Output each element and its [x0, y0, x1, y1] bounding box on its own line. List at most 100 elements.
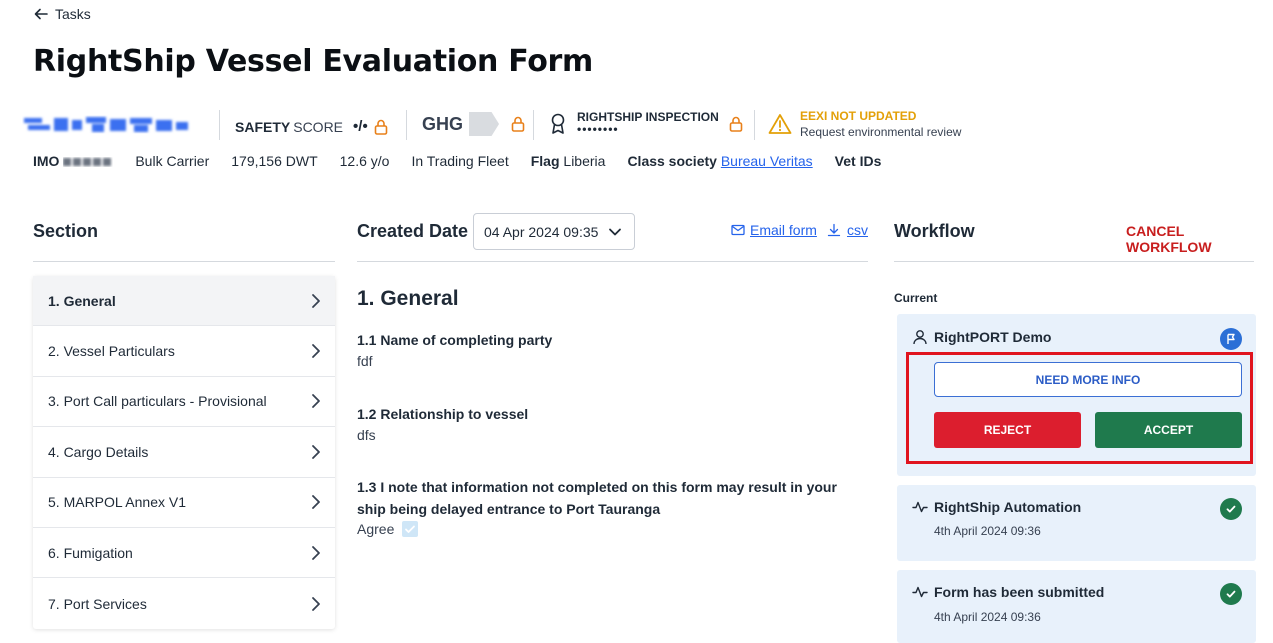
flag-value: Liberia — [563, 153, 606, 169]
section-item-port-call-particulars[interactable]: 3. Port Call particulars - Provisional — [33, 377, 335, 428]
flag-icon — [1227, 333, 1235, 344]
question-2: 1.2 Relationship to vessel — [357, 406, 529, 422]
eexi-warning[interactable]: EEXI NOT UPDATED Request environmental r… — [768, 109, 961, 139]
imo-number-redacted — [63, 158, 112, 167]
envelope-icon — [731, 224, 745, 236]
rightship-inspection: RIGHTSHIP INSPECTION •••••••• — [549, 109, 743, 135]
lock-icon — [374, 119, 388, 135]
history-step-title: RightShip Automation — [934, 499, 1082, 515]
section-item-label: 2. Vessel Particulars — [48, 343, 175, 360]
completed-check-icon — [1220, 583, 1242, 605]
vet-ids-label: Vet IDs — [834, 153, 882, 169]
header-divider — [406, 110, 407, 140]
answer-2: dfs — [357, 427, 376, 443]
back-to-tasks-link[interactable]: Tasks — [33, 6, 91, 22]
form-section-title: 1. General — [357, 287, 459, 310]
csv-label: csv — [847, 222, 868, 238]
flag-label: Flag — [530, 153, 560, 169]
created-date-value: 04 Apr 2024 09:35 — [484, 223, 599, 240]
current-label: Current — [894, 291, 938, 305]
chevron-right-icon — [312, 495, 320, 510]
chevron-right-icon — [312, 344, 320, 358]
history-step-time: 4th April 2024 09:36 — [934, 524, 1041, 538]
flag-badge — [1220, 328, 1242, 350]
history-step-card — [897, 570, 1256, 643]
ghg-rating: GHG — [422, 112, 525, 136]
imo-label: IMO — [33, 153, 60, 169]
agree-checkbox[interactable] — [402, 521, 419, 537]
vessel-type: Bulk Carrier — [135, 153, 210, 169]
section-divider — [33, 261, 335, 262]
vessel-meta-row: IMO Bulk Carrier 179,156 DWT 12.6 y/o In… — [33, 153, 903, 169]
section-item-port-services[interactable]: 7. Port Services — [33, 578, 335, 628]
section-item-label: 4. Cargo Details — [48, 443, 149, 460]
class-society-label: Class society — [627, 153, 717, 169]
created-date-select[interactable]: 04 Apr 2024 09:35 — [473, 213, 635, 250]
section-item-fumigation[interactable]: 6. Fumigation — [33, 528, 335, 579]
chevron-right-icon — [312, 394, 320, 409]
question-3: 1.3 I note that information not complete… — [357, 479, 837, 517]
user-icon — [913, 330, 927, 345]
vessel-name-redacted — [24, 117, 188, 132]
class-society-field: Class society Bureau Veritas — [627, 153, 812, 169]
chevron-right-icon — [312, 596, 320, 611]
section-item-marpol-annex[interactable]: 5. MARPOL Annex V1 — [33, 478, 335, 528]
safety-label-bold: SAFETY — [235, 118, 291, 135]
chevron-right-icon — [312, 444, 320, 459]
email-form-label: Email form — [750, 222, 817, 238]
section-item-label: 5. MARPOL Annex V1 — [48, 494, 186, 511]
form-divider — [357, 261, 868, 262]
answer-1: fdf — [357, 353, 373, 369]
class-society-link[interactable]: Bureau Veritas — [721, 153, 813, 169]
created-date-label: Created Date — [357, 221, 469, 241]
email-form-link[interactable]: Email form — [731, 222, 817, 238]
section-item-label: 3. Port Call particulars - Provisional — [48, 393, 267, 410]
section-nav: 1. General 2. Vessel Particulars 3. Port… — [33, 276, 335, 629]
section-item-general[interactable]: 1. General — [33, 276, 335, 327]
eexi-title: EEXI NOT UPDATED — [800, 109, 917, 123]
section-item-cargo-details[interactable]: 4. Cargo Details — [33, 427, 335, 478]
ghg-label: GHG — [422, 113, 464, 134]
need-more-info-button[interactable]: NEED MORE INFO — [934, 362, 1242, 397]
download-icon — [827, 223, 841, 237]
answer-3-label: Agree — [357, 521, 395, 537]
history-step-title: Form has been submitted — [934, 584, 1105, 600]
answer-3: Agree — [357, 521, 419, 537]
checkmark-icon — [405, 525, 416, 533]
workflow-heading: Workflow — [894, 221, 975, 241]
cancel-workflow-button[interactable]: CANCEL WORKFLOW — [1126, 223, 1273, 255]
completed-check-icon — [1220, 498, 1242, 520]
vet-ids-field: Vet IDs — [835, 153, 882, 169]
eexi-subtitle: Request environmental review — [800, 125, 962, 139]
arrow-left-icon — [34, 8, 48, 20]
safety-value: •/• — [353, 118, 368, 135]
header-divider — [533, 110, 534, 140]
vessel-fleet-status: In Trading Fleet — [411, 153, 509, 169]
safety-label: SCORE — [293, 118, 344, 135]
csv-download-link[interactable]: csv — [827, 222, 868, 238]
question-1: 1.1 Name of completing party — [357, 332, 553, 348]
inspection-value: •••••••• — [577, 122, 619, 136]
back-link-label: Tasks — [55, 6, 91, 22]
history-step-time: 4th April 2024 09:36 — [934, 610, 1041, 624]
section-item-label: 1. General — [48, 292, 116, 309]
chevron-right-icon — [312, 545, 320, 560]
activity-pulse-icon — [912, 586, 928, 598]
reject-button[interactable]: REJECT — [934, 412, 1081, 448]
flag-field: Flag Liberia — [531, 153, 606, 169]
section-item-label: 7. Port Services — [48, 595, 147, 612]
ghg-rating-tag — [469, 112, 500, 136]
section-item-label: 6. Fumigation — [48, 544, 133, 561]
header-divider — [754, 110, 755, 140]
lock-icon — [511, 116, 525, 132]
history-step-card — [897, 485, 1256, 561]
chevron-down-icon — [609, 228, 621, 235]
current-step-title: RightPORT Demo — [934, 329, 1052, 345]
warning-triangle-icon — [768, 114, 792, 134]
chevron-right-icon — [312, 293, 320, 308]
vessel-dwt: 179,156 DWT — [231, 153, 318, 169]
section-item-vessel-particulars[interactable]: 2. Vessel Particulars — [33, 326, 335, 377]
accept-button[interactable]: ACCEPT — [1095, 412, 1242, 448]
page-title: RightShip Vessel Evaluation Form — [33, 44, 593, 79]
activity-pulse-icon — [912, 501, 928, 513]
